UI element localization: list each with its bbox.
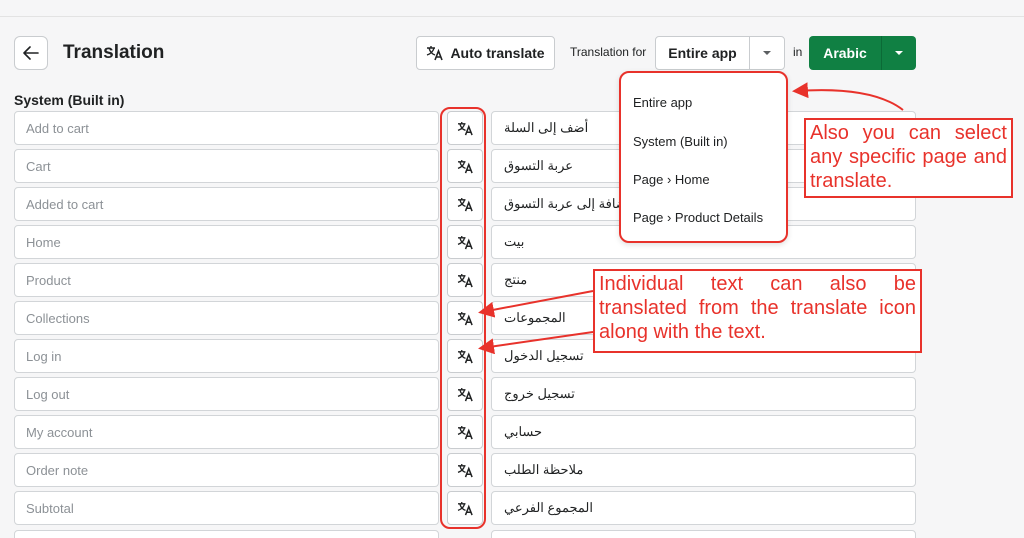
translation-text-field[interactable]: تسجيل خروج (491, 377, 916, 411)
source-text-field[interactable]: Collections (14, 301, 439, 335)
arrow-to-dropdown (792, 82, 904, 111)
translate-icon (457, 501, 473, 515)
translate-row-button[interactable] (447, 149, 483, 183)
translation-text: المجموع الفرعي (504, 500, 593, 515)
translate-icon (457, 197, 473, 211)
translate-row-button[interactable] (447, 263, 483, 297)
source-text-field[interactable]: Home (14, 225, 439, 259)
source-text-field[interactable]: Log in (14, 339, 439, 373)
scope-select[interactable]: Entire app (655, 36, 785, 70)
page-title: Translation (63, 42, 165, 63)
language-select-toggle[interactable] (882, 36, 916, 70)
translate-icon (457, 463, 473, 477)
scope-select-toggle[interactable] (750, 37, 784, 69)
source-text-field[interactable]: Add to cart (14, 111, 439, 145)
translate-icon (457, 235, 473, 249)
source-text-field[interactable]: Subtotal (14, 491, 439, 525)
source-text-field[interactable]: Added to cart (14, 187, 439, 221)
translation-text: تسجيل خروج (504, 386, 575, 401)
translate-row-button[interactable] (447, 415, 483, 449)
translate-icon (457, 311, 473, 325)
source-text-field[interactable]: My account (14, 415, 439, 449)
section-title: System (Built in) (14, 92, 125, 108)
translate-icon (457, 387, 473, 401)
translation-text: ملاحظة الطلب (504, 462, 584, 477)
translate-icon (457, 349, 473, 363)
translate-row-button[interactable] (447, 491, 483, 525)
auto-translate-label: Auto translate (450, 45, 545, 61)
annotation-scope-note: Also you can select any specific page an… (804, 118, 1013, 198)
translation-text: أضف إلى السلة (504, 120, 589, 135)
source-text-field[interactable]: Product (14, 263, 439, 297)
language-select-value: Arabic (809, 36, 882, 70)
translation-text-field[interactable]: حسابي (491, 415, 916, 449)
translate-icon (427, 46, 444, 61)
source-text-field[interactable]: Log out (14, 377, 439, 411)
auto-translate-button[interactable]: Auto translate (416, 36, 555, 70)
chevron-down-icon (895, 51, 903, 55)
back-button[interactable] (14, 36, 48, 70)
translation-text: منتج (504, 272, 528, 287)
translate-icon (457, 159, 473, 173)
translation-text: أضافة إلى عربة التسوق (504, 196, 631, 211)
translate-row-button[interactable] (447, 225, 483, 259)
translate-row-button[interactable] (447, 339, 483, 373)
translate-row-button[interactable] (447, 453, 483, 487)
back-arrow-icon (23, 46, 39, 60)
translate-icon (457, 121, 473, 135)
language-select[interactable]: Arabic (809, 36, 916, 70)
scope-select-value: Entire app (656, 37, 750, 69)
translation-text: بيت (504, 234, 525, 249)
translate-row-button[interactable] (447, 301, 483, 335)
dropdown-option-entire-app[interactable]: Entire app (633, 95, 692, 110)
translate-icon (457, 425, 473, 439)
scope-dropdown-menu: Entire app System (Built in) Page › Home… (619, 71, 788, 243)
translation-text-field[interactable]: المجموع الفرعي (491, 491, 916, 525)
translate-row-button[interactable] (447, 377, 483, 411)
dropdown-option-page-home[interactable]: Page › Home (633, 172, 710, 187)
top-divider (0, 16, 1024, 17)
source-text-field[interactable]: Cart (14, 149, 439, 183)
translation-text: حسابي (504, 424, 543, 439)
source-text-field[interactable]: Order note (14, 453, 439, 487)
in-label: in (793, 45, 803, 59)
translate-icon (457, 273, 473, 287)
translation-text: المجموعات (504, 310, 566, 325)
source-text-field-partial[interactable] (14, 530, 439, 538)
translate-row-button[interactable] (447, 187, 483, 221)
dropdown-option-page-product-details[interactable]: Page › Product Details (633, 210, 763, 225)
translation-text-field[interactable]: ملاحظة الطلب (491, 453, 916, 487)
chevron-down-icon (763, 51, 771, 55)
annotation-icon-note: Individual text can also be translated f… (593, 269, 922, 353)
translation-text-field-partial[interactable] (491, 530, 916, 538)
translation-text: عربة التسوق (504, 158, 574, 173)
translation-text: تسجيل الدخول (504, 348, 584, 363)
translate-row-button[interactable] (447, 111, 483, 145)
translation-for-label: Translation for (570, 45, 647, 59)
dropdown-option-system[interactable]: System (Built in) (633, 134, 728, 149)
